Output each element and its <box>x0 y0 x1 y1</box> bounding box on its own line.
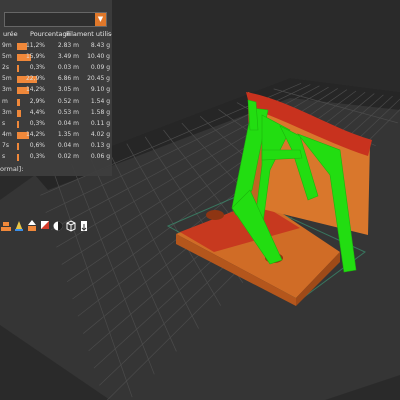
legend-time: s <box>2 119 6 127</box>
legend-percent: 0,6% <box>29 141 45 149</box>
legend-time: 7s <box>2 141 9 149</box>
legend-meters: 1.35 m <box>57 130 79 138</box>
legend-grams: 0.06 g <box>90 153 110 160</box>
legend-meters: 0.02 m <box>57 153 79 160</box>
legend-time: 9m <box>2 42 12 49</box>
legend-grams: 1.58 g <box>90 108 110 116</box>
view-type-dropdown[interactable]: ▼ <box>4 12 107 27</box>
infill-icon[interactable] <box>39 219 51 233</box>
legend-meters: 0.04 m <box>57 119 79 127</box>
legend-time: 3m <box>2 108 12 116</box>
legend-row: 9m 11,2% 2.83 m 8.43 g <box>0 41 112 52</box>
legend-meters: 3.05 m <box>57 86 79 94</box>
legend-percent: 11,2% <box>25 42 45 49</box>
legend-meters: 6.86 m <box>57 75 79 83</box>
legend-percent: 0,3% <box>29 64 45 72</box>
legend-percent: 22,9% <box>25 75 45 83</box>
support-icon[interactable] <box>13 219 25 233</box>
chevron-down-icon[interactable]: ▼ <box>95 13 106 26</box>
header-filament: Filament utilisé <box>66 30 112 38</box>
legend-grams: 8.43 g <box>90 42 110 49</box>
legend-row: m 2,9% 0.52 m 1.54 g <box>0 97 112 108</box>
legend-percent: 0,3% <box>29 153 45 160</box>
legend-usage-bar <box>17 120 19 128</box>
legend-percent: 14,2% <box>25 86 45 94</box>
legend-grams: 4.02 g <box>90 130 110 138</box>
legend-grams: 20.45 g <box>87 75 110 83</box>
legend-grams: 0.11 g <box>90 119 110 127</box>
legend-usage-bar <box>17 154 19 161</box>
legend-row: 4m 14,2% 1.35 m 4.02 g <box>0 130 112 141</box>
seam-icon[interactable] <box>26 219 38 233</box>
legend-row: 2s 0,3% 0.03 m 0.09 g <box>0 63 112 74</box>
legend-grams: 10.40 g <box>87 53 110 61</box>
legend-usage-bar <box>17 142 19 150</box>
cube-icon[interactable] <box>65 219 77 233</box>
legend-meters: 0.52 m <box>57 97 79 105</box>
legend-meters: 3.49 m <box>57 53 79 61</box>
legend-usage-bar <box>17 65 19 73</box>
legend-time: m <box>2 97 8 105</box>
legend-row: 5m 15,9% 3.49 m 10.40 g <box>0 52 112 63</box>
legend-grams: 9.10 g <box>90 86 110 94</box>
legend-row: 3m 4,4% 0.53 m 1.58 g <box>0 108 112 119</box>
legend-header: urée Pourcentage Filament utilisé <box>0 30 112 40</box>
legend-meters: 0.53 m <box>57 108 79 116</box>
layers-icon[interactable] <box>0 219 12 233</box>
mounting-hole-1 <box>206 210 224 220</box>
legend-row: s 0,3% 0.04 m 0.11 g <box>0 119 112 130</box>
header-percent: Pourcentage <box>30 30 71 38</box>
legend-percent: 2,9% <box>29 97 45 105</box>
legend-usage-bar <box>17 109 21 117</box>
legend-meters: 0.03 m <box>57 64 79 72</box>
legend-meters: 2.83 m <box>57 42 79 49</box>
legend-footer: ormal]: <box>0 165 24 173</box>
legend-row: s 0,3% 0.02 m 0.06 g <box>0 152 112 163</box>
legend-row: 5m 22,9% 6.86 m 20.45 g <box>0 74 112 85</box>
legend-time: 3m <box>2 86 12 94</box>
legend-time: s <box>2 153 6 160</box>
legend-percent: 4,4% <box>29 108 45 116</box>
legend-time: 4m <box>2 130 12 138</box>
header-time: urée <box>3 30 18 38</box>
view-toolbar <box>0 219 96 233</box>
paint-icon[interactable] <box>52 219 64 233</box>
legend-grams: 0.09 g <box>90 64 110 72</box>
legend-row: 7s 0,6% 0.04 m 0.13 g <box>0 141 112 152</box>
legend-percent: 0,3% <box>29 119 45 127</box>
legend-time: 5m <box>2 53 12 61</box>
legend-time: 5m <box>2 75 12 83</box>
legend-percent: 15,9% <box>25 53 45 61</box>
export-icon[interactable] <box>78 219 90 233</box>
legend-usage-bar <box>17 98 20 106</box>
legend-row: 3m 14,2% 3.05 m 9.10 g <box>0 85 112 96</box>
legend-grams: 0.13 g <box>90 141 110 149</box>
legend-panel: ▼ urée Pourcentage Filament utilisé 9m 11… <box>0 0 112 176</box>
legend-meters: 0.04 m <box>57 141 79 149</box>
legend-grams: 1.54 g <box>90 97 110 105</box>
legend-percent: 14,2% <box>25 130 45 138</box>
legend-time: 2s <box>2 64 9 72</box>
